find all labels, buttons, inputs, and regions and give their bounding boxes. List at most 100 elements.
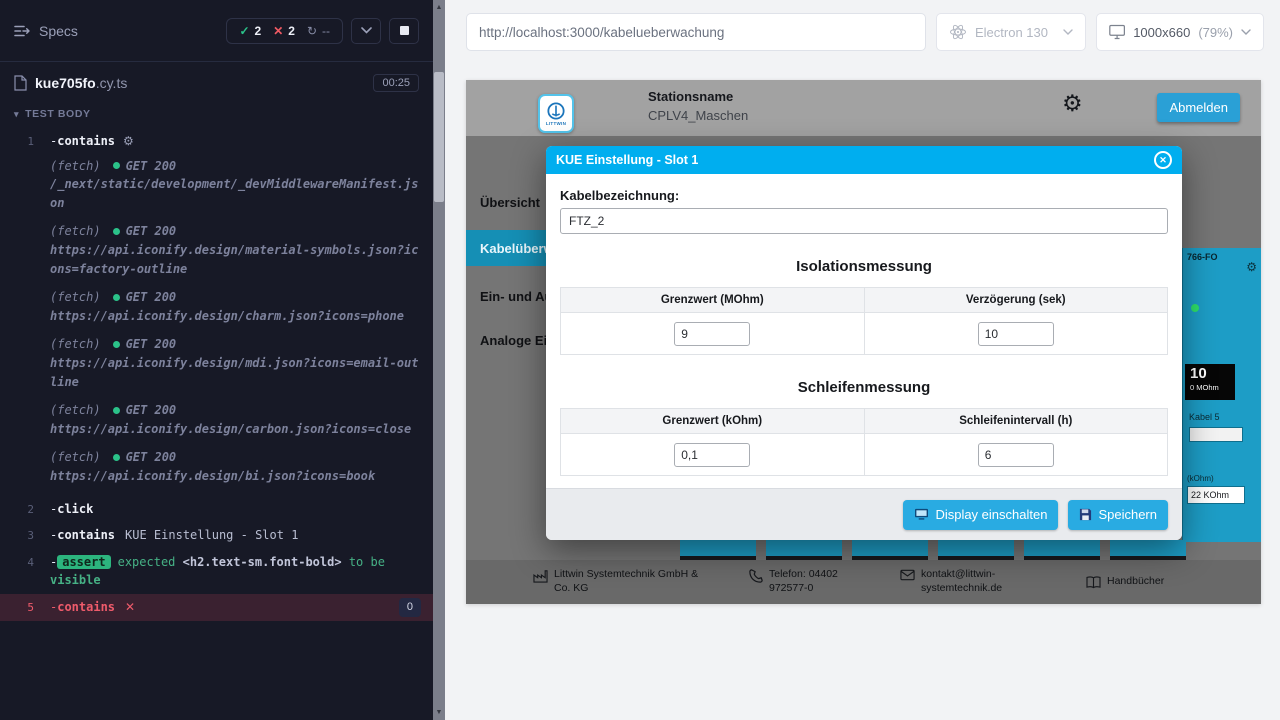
loop-heading: Schleifenmessung — [560, 379, 1168, 396]
command-method: contains — [57, 134, 115, 148]
loop-limit-input[interactable] — [674, 443, 750, 467]
command-number: 4 — [0, 553, 50, 571]
viewport-select[interactable]: 1000x660 (79%) — [1096, 13, 1264, 51]
failed-stat: ✕2 — [273, 24, 295, 38]
test-body-toggle[interactable]: ▾ TEST BODY — [0, 100, 433, 128]
status-dot-icon — [113, 454, 120, 461]
logout-button[interactable]: Abmelden — [1157, 93, 1240, 122]
manuals-text: Handbücher — [1107, 575, 1164, 589]
command-contains-failed[interactable]: 5 -contains✕ 0 — [0, 594, 433, 621]
fetch-label: (fetch) — [50, 157, 101, 176]
fetch-label: (fetch) — [50, 222, 101, 241]
fetch-url: https://api.iconify.design/charm.json?ic… — [50, 307, 421, 326]
reporter-header: Specs ✓2 ✕2 ↻-- — [0, 0, 433, 62]
close-icon[interactable]: ✕ — [1154, 151, 1172, 169]
command-contains-2[interactable]: 3 -containsKUE Einstellung - Slot 1 — [0, 522, 433, 549]
fetch-log-entry[interactable]: (fetch)GET 200 https://api.iconify.desig… — [50, 401, 421, 438]
isolation-heading: Isolationsmessung — [560, 258, 1168, 275]
fetch-status: GET 200 — [126, 401, 177, 420]
chevron-down-icon — [361, 27, 372, 34]
footer-manuals[interactable]: Handbücher — [1086, 575, 1164, 589]
element-count-badge: 0 — [399, 598, 421, 617]
fetch-log-entry[interactable]: (fetch)GET 200 https://api.iconify.desig… — [50, 222, 421, 278]
command-argument: KUE Einstellung - Slot 1 — [125, 528, 298, 542]
slot-panel: 766-FO ⚙ 10 0 MOhm Kabel 5 (kOhm) 22 KOh… — [1182, 248, 1261, 542]
test-stats[interactable]: ✓2 ✕2 ↻-- — [226, 18, 343, 44]
fetch-status: GET 200 — [126, 157, 177, 176]
cypress-reporter: Specs ✓2 ✕2 ↻-- kue705fo.cy.ts 00:25 ▾ T… — [0, 0, 433, 720]
specs-icon — [14, 24, 30, 38]
save-label: Speichern — [1098, 507, 1157, 522]
settings-gear-icon[interactable]: ⚙ — [1062, 91, 1083, 117]
slot-gear-icon[interactable]: ⚙ — [1246, 260, 1257, 274]
command-click[interactable]: 2 -click — [0, 496, 433, 523]
modal-header: KUE Einstellung - Slot 1 ✕ — [546, 146, 1182, 174]
measurement-value: 10 — [1190, 366, 1230, 383]
scrollbar-thumb[interactable] — [434, 72, 444, 202]
collapse-runs-button[interactable] — [351, 18, 381, 44]
modal-body: Kabelbezeichnung: Isolationsmessung Gren… — [546, 174, 1182, 476]
phone-icon — [749, 569, 763, 583]
assert-expected: expected — [118, 555, 176, 569]
isolation-delay-input[interactable] — [978, 322, 1054, 346]
viewport-icon — [1109, 24, 1125, 40]
refresh-icon: ↻ — [307, 25, 317, 37]
status-dot-icon — [113, 341, 120, 348]
command-method: contains — [57, 528, 115, 542]
station-info: Stationsname CPLV4_Maschen — [648, 89, 748, 123]
specs-menu-button[interactable]: Specs — [14, 23, 78, 39]
cable-label: Kabel 5 — [1189, 412, 1220, 422]
footer-company: Littwin Systemtechnik GmbH & Co. KG — [533, 568, 713, 595]
cable-designation-input[interactable] — [560, 208, 1168, 234]
fetch-label: (fetch) — [50, 448, 101, 467]
fetch-log-entry[interactable]: (fetch)GET 200 https://api.iconify.desig… — [50, 288, 421, 325]
fetch-url: /_next/static/development/_devMiddleware… — [50, 175, 421, 212]
scroll-down-icon[interactable]: ▼ — [436, 705, 443, 720]
fetch-label: (fetch) — [50, 288, 101, 307]
slot-button[interactable] — [1110, 540, 1186, 560]
command-contains-1[interactable]: 1 -contains⚙ — [0, 128, 433, 155]
loop-interval-input[interactable] — [978, 443, 1054, 467]
display-icon — [914, 508, 929, 521]
kohm-value-field[interactable]: 22 KOhm — [1187, 486, 1245, 504]
command-number: 3 — [0, 526, 50, 544]
slot-button[interactable] — [680, 540, 756, 560]
stop-run-button[interactable] — [389, 18, 419, 44]
spec-duration: 00:25 — [373, 74, 419, 92]
slot-button[interactable] — [766, 540, 842, 560]
slot-button[interactable] — [938, 540, 1014, 560]
command-number: 1 — [0, 132, 50, 150]
station-label: Stationsname — [648, 89, 748, 104]
kohm-label: (kOhm) — [1187, 474, 1214, 483]
aut-toolbar: Electron 130 1000x660 (79%) — [445, 0, 1280, 64]
gear-icon: ⚙ — [123, 134, 134, 148]
display-on-button[interactable]: Display einschalten — [903, 500, 1058, 530]
phone-text: Telefon: 04402 972577-0 — [769, 568, 861, 595]
browser-select[interactable]: Electron 130 — [936, 13, 1086, 51]
fetch-url: https://api.iconify.design/carbon.json?i… — [50, 420, 421, 439]
app-header: LITTWIN Stationsname CPLV4_Maschen ⚙ Abm… — [466, 80, 1261, 136]
modal-footer: Display einschalten Speichern — [546, 488, 1182, 540]
reporter-scrollbar[interactable]: ▲ ▼ — [433, 0, 445, 720]
command-log: 1 -contains⚙ (fetch)GET 200 /_next/stati… — [0, 128, 433, 720]
company-text: Littwin Systemtechnik GmbH & Co. KG — [554, 568, 704, 595]
save-button[interactable]: Speichern — [1068, 500, 1168, 530]
spec-row[interactable]: kue705fo.cy.ts 00:25 — [0, 62, 433, 100]
isolation-limit-input[interactable] — [674, 322, 750, 346]
fetch-log-entry[interactable]: (fetch)GET 200 https://api.iconify.desig… — [50, 335, 421, 391]
fetch-log-entry[interactable]: (fetch) GET 200 /_next/static/development… — [50, 157, 421, 213]
fetch-log-entry[interactable]: (fetch)GET 200 https://api.iconify.desig… — [50, 448, 421, 485]
slot-label: 766-FO — [1187, 252, 1218, 262]
cable-name-field[interactable] — [1189, 427, 1243, 442]
url-input[interactable] — [466, 13, 926, 51]
command-assert[interactable]: 4 -assertexpected <h2.text-sm.font-bold>… — [0, 549, 433, 594]
col-header: Schleifenintervall (h) — [864, 409, 1168, 434]
scroll-up-icon[interactable]: ▲ — [436, 0, 443, 15]
assert-emphasis: visible — [50, 573, 101, 587]
slot-button[interactable] — [852, 540, 928, 560]
slot-button[interactable] — [1024, 540, 1100, 560]
status-dot-icon — [113, 294, 120, 301]
status-dot-icon — [1191, 304, 1199, 312]
spec-file: kue705fo.cy.ts — [14, 75, 127, 91]
specs-label: Specs — [39, 23, 78, 39]
